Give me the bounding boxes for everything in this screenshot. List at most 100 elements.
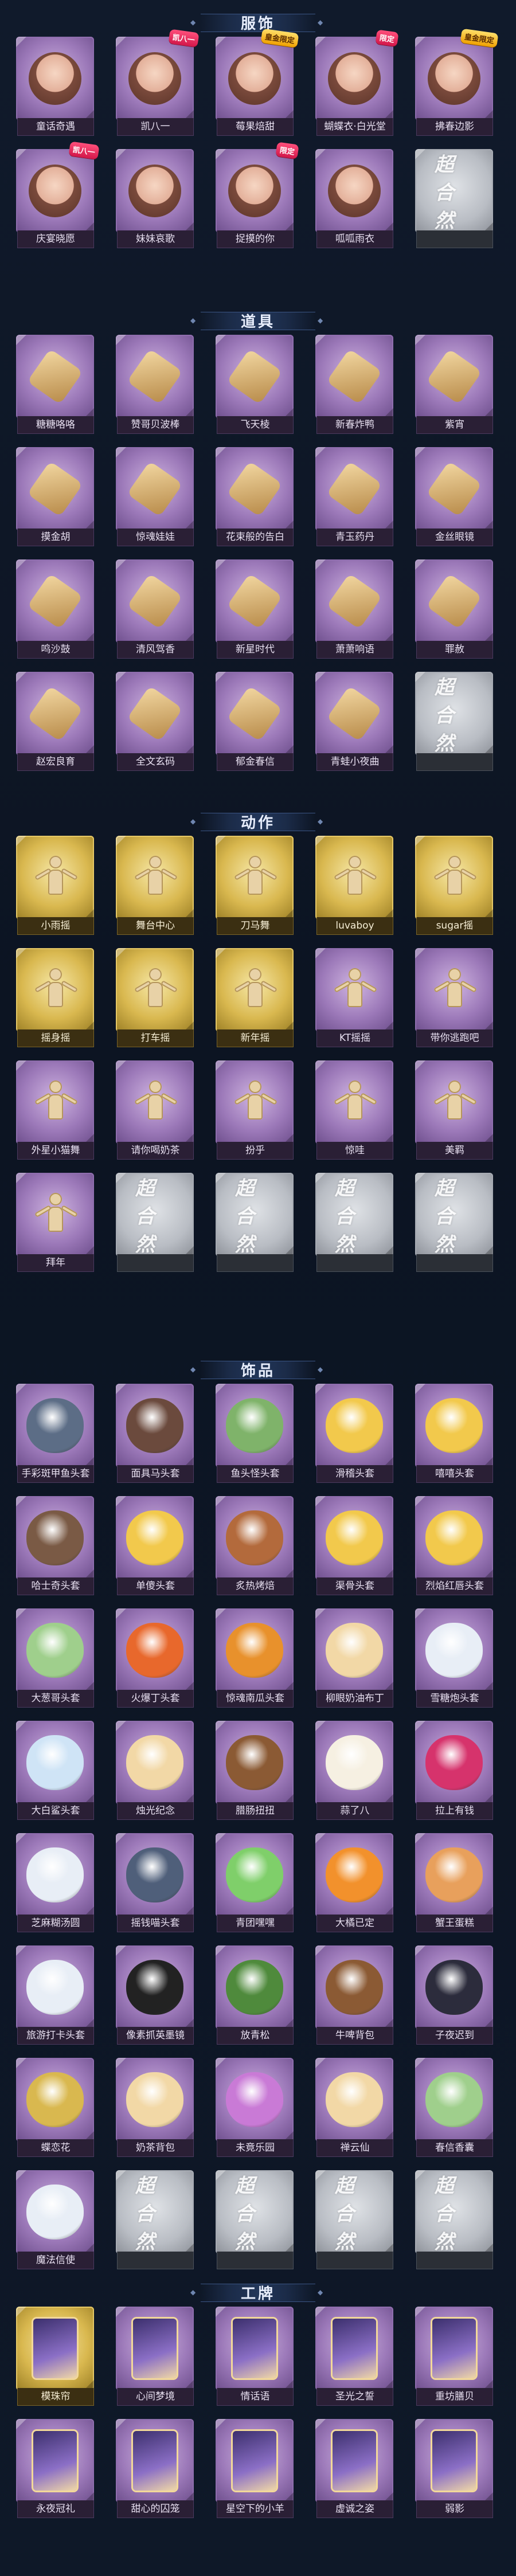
item-tile[interactable]: 小雨摇 [15,836,95,939]
item-tile[interactable]: 赞哥贝波棒 [115,335,195,438]
item-tile[interactable]: 鱼头怪头套 [214,1384,295,1487]
item-tile[interactable]: 牛啤背包 [314,1945,394,2049]
item-tile[interactable]: 超合然 [314,2170,394,2273]
item-tile[interactable]: 新年摇 [214,948,295,1051]
item-tile[interactable]: 春信香囊 [414,2058,494,2161]
item-tile[interactable]: 限定 蝴蝶衣·白光堂 [314,29,399,140]
item-tile[interactable]: 雪糖炮头套 [414,1608,494,1712]
item-tile[interactable]: 单傻头套 [115,1496,195,1599]
item-tile[interactable]: 腊肠扭扭 [214,1721,295,1824]
item-tile[interactable]: 皇金限定 莓果焙甜 [214,28,299,140]
item-tile[interactable]: 永夜冠礼 [15,2419,95,2522]
item-tile[interactable]: 超合然 [314,1173,394,1276]
item-tile[interactable]: 糖糖咯咯 [15,335,95,438]
item-tile[interactable]: 奶茶背包 [115,2058,195,2161]
item-tile[interactable]: 摇身摇 [15,948,95,1051]
item-tile[interactable]: 魔法信使 [15,2170,95,2273]
item-tile[interactable]: 带你逃跑吧 [414,948,494,1051]
item-tile[interactable]: 芝麻糊汤圆 [15,1833,95,1936]
item-tile[interactable]: 渠骨头套 [314,1496,394,1599]
item-tile[interactable]: 美羁 [414,1060,494,1164]
item-tile[interactable]: 超合然 [115,2170,195,2273]
item-tile[interactable]: 超合然 [414,2170,494,2273]
item-tile[interactable]: 紫宵 [414,335,494,438]
item-tile[interactable]: 大葱哥头套 [15,1608,95,1712]
item-tile[interactable]: 罪赦 [414,559,494,663]
item-tile[interactable]: 蟹王蛋糕 [414,1833,494,1936]
item-tile[interactable]: luvaboy [314,836,394,939]
item-tile[interactable]: 惊魂南瓜头套 [214,1608,295,1712]
item-tile[interactable]: sugar摇 [414,836,494,939]
item-tile[interactable]: 柳眼奶油布丁 [314,1608,394,1712]
item-tile[interactable]: 未竟乐园 [214,2058,295,2161]
item-tile[interactable]: 皇金限定 拂春边影 [414,28,499,140]
item-tile[interactable]: 拜年 [15,1173,95,1276]
item-tile[interactable]: KT摇摇 [314,948,394,1051]
item-tile[interactable]: 大白鲨头套 [15,1721,95,1824]
item-tile[interactable]: 青玉药丹 [314,447,394,550]
item-tile[interactable]: 面具马头套 [115,1384,195,1487]
item-tile[interactable]: 摸金胡 [15,447,95,550]
item-tile[interactable]: 虚诚之姿 [314,2419,394,2522]
item-tile[interactable]: 超合然 [214,2170,295,2273]
item-tile[interactable]: 烛光纪念 [115,1721,195,1824]
item-tile[interactable]: 打车摇 [115,948,195,1051]
item-tile[interactable]: 心间梦境 [115,2307,195,2410]
item-tile[interactable]: 超合然 [414,672,494,775]
item-tile[interactable]: 惊哇 [314,1060,394,1164]
item-tile[interactable]: 限定 捉摸的你 [214,142,299,252]
item-tile[interactable]: 超合然 [414,1173,494,1276]
item-tile[interactable]: 超合然 [115,1173,195,1276]
item-tile[interactable]: 火爆丁头套 [115,1608,195,1712]
item-tile[interactable]: 花束般的告白 [214,447,295,550]
item-tile[interactable]: 滑稽头套 [314,1384,394,1487]
item-tile[interactable]: 惊魂娃娃 [115,447,195,550]
item-tile[interactable]: 重坊膳贝 [414,2307,494,2410]
item-tile[interactable]: 超合然 [414,149,494,252]
item-tile[interactable]: 童话奇遇 [15,37,95,140]
item-tile[interactable]: 拉上有钱 [414,1721,494,1824]
item-tile[interactable]: 放青松 [214,1945,295,2049]
item-tile[interactable]: 嘻嘻头套 [414,1384,494,1487]
item-tile[interactable]: 蝶恋花 [15,2058,95,2161]
item-tile[interactable]: 凯八一 庆宴晓愿 [15,141,100,252]
item-tile[interactable]: 妹妹哀歌 [115,149,195,252]
item-tile[interactable]: 炙热烤焙 [214,1496,295,1599]
item-tile[interactable]: 手彩斑甲鱼头套 [15,1384,95,1487]
item-tile[interactable]: 呱呱雨衣 [314,149,394,252]
item-tile[interactable]: 飞天棱 [214,335,295,438]
item-tile[interactable]: 金丝眼镜 [414,447,494,550]
item-tile[interactable]: 刀马舞 [214,836,295,939]
item-tile[interactable]: 哈士奇头套 [15,1496,95,1599]
item-tile[interactable]: 鸣沙鼓 [15,559,95,663]
item-tile[interactable]: 超合然 [214,1173,295,1276]
item-tile[interactable]: 弱影 [414,2419,494,2522]
item-tile[interactable]: 摇钱喵头套 [115,1833,195,1936]
item-tile[interactable]: 萧萧响语 [314,559,394,663]
item-tile[interactable]: 扮乎 [214,1060,295,1164]
item-tile[interactable]: 新星时代 [214,559,295,663]
item-tile[interactable]: 圣光之誓 [314,2307,394,2410]
item-tile[interactable]: 禅云仙 [314,2058,394,2161]
item-tile[interactable]: 像素抓英墨镜 [115,1945,195,2049]
item-tile[interactable]: 新春炸鸭 [314,335,394,438]
item-tile[interactable]: 甜心的囚笼 [115,2419,195,2522]
item-tile[interactable]: 大橘已定 [314,1833,394,1936]
item-tile[interactable]: 青蛙小夜曲 [314,672,394,775]
item-tile[interactable]: 凯八一 凯八一 [115,29,200,140]
item-tile[interactable]: 青团嘿嘿 [214,1833,295,1936]
item-tile[interactable]: 赵宏良育 [15,672,95,775]
item-tile[interactable]: 全文玄码 [115,672,195,775]
item-tile[interactable]: 舞台中心 [115,836,195,939]
item-tile[interactable]: 情话语 [214,2307,295,2410]
item-tile[interactable]: 子夜迟到 [414,1945,494,2049]
item-tile[interactable]: 蒜了八 [314,1721,394,1824]
item-tile[interactable]: 请你喝奶茶 [115,1060,195,1164]
item-tile[interactable]: 模珠帘 [15,2307,95,2410]
item-tile[interactable]: 星空下的小羊 [214,2419,295,2522]
item-tile[interactable]: 旅游打卡头套 [15,1945,95,2049]
item-tile[interactable]: 烈焰红唇头套 [414,1496,494,1599]
item-tile[interactable]: 清风驾香 [115,559,195,663]
item-tile[interactable]: 郁金春信 [214,672,295,775]
item-tile[interactable]: 外星小猫舞 [15,1060,95,1164]
